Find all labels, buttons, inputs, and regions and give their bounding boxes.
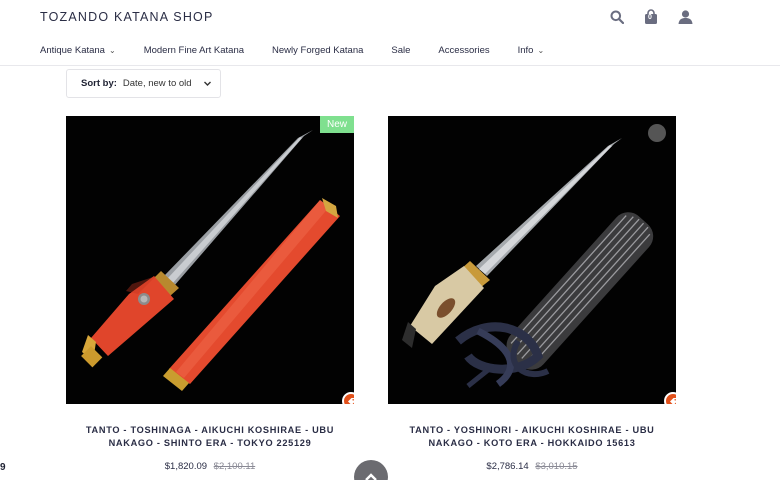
product-compare-price: $3,010.15 (535, 461, 578, 472)
cart-count: 0 (648, 14, 652, 21)
chevron-down-icon (203, 79, 212, 91)
product-image[interactable] (388, 116, 676, 404)
sort-dropdown[interactable]: Sort by: Date, new to old (66, 69, 221, 98)
nav-item-antique-katana[interactable]: Antique Katana ⌄ (40, 45, 116, 56)
chevron-down-icon: ⌄ (108, 46, 116, 55)
site-header: TOZANDO KATANA SHOP 0 Antique Katana ⌄ M… (0, 0, 780, 66)
nav-item-label: Newly Forged Katana (272, 45, 364, 56)
nav-item-label: Sale (391, 45, 411, 56)
sort-value: Date, new to old (122, 78, 192, 89)
product-price: $1,820.09 (164, 461, 208, 472)
sort-label: Sort by: (81, 78, 117, 89)
nav-item-label: Accessories (438, 45, 490, 56)
nav-item-modern-fine-art-katana[interactable]: Modern Fine Art Katana (144, 45, 244, 56)
product-card[interactable]: New TANTO - TOSHINAGA - AIKUCHI KOSHIRAE… (66, 116, 354, 472)
nav-item-label: Antique Katana (40, 45, 105, 56)
watermark-logo (648, 124, 666, 142)
brand-logo[interactable]: TOZANDO KATANA SHOP (40, 10, 214, 24)
nav-item-info[interactable]: Info ⌄ (518, 45, 545, 56)
nav-item-label: Info (517, 45, 534, 56)
nav-item-newly-forged-katana[interactable]: Newly Forged Katana (272, 45, 363, 56)
tanto-red-image (81, 130, 340, 391)
product-title[interactable]: TANTO - TOSHINAGA - AIKUCHI KOSHIRAE - U… (66, 424, 354, 449)
edge-widget-text: 9 (0, 462, 6, 473)
header-icons: 0 (608, 8, 694, 26)
nav-item-accessories[interactable]: Accessories (438, 45, 489, 56)
nav-item-sale[interactable]: Sale (391, 45, 410, 56)
chevron-down-icon: ⌄ (537, 46, 545, 55)
main-nav: Antique Katana ⌄ Modern Fine Art Katana … (40, 45, 544, 56)
search-icon[interactable] (608, 8, 626, 26)
product-image[interactable]: New (66, 116, 354, 404)
account-icon[interactable] (676, 8, 694, 26)
sale-tag-icon (664, 392, 676, 404)
product-price: $2,786.14 (486, 461, 529, 472)
new-badge: New (319, 116, 354, 133)
product-title[interactable]: TANTO - YOSHINORI - AIKUCHI KOSHIRAE - U… (388, 424, 676, 449)
sale-tag-icon (342, 392, 354, 404)
cart-icon[interactable]: 0 (642, 8, 660, 26)
scroll-to-top-button[interactable] (354, 460, 388, 480)
product-prices: $2,786.14 $3,010.15 (388, 461, 676, 472)
chevron-up-icon (365, 473, 377, 480)
tanto-black-image (402, 138, 654, 388)
product-card[interactable]: TANTO - YOSHINORI - AIKUCHI KOSHIRAE - U… (388, 116, 676, 472)
product-compare-price: $2,100.11 (213, 461, 256, 472)
nav-item-label: Modern Fine Art Katana (143, 45, 245, 56)
product-prices: $1,820.09 $2,100.11 (66, 461, 354, 472)
